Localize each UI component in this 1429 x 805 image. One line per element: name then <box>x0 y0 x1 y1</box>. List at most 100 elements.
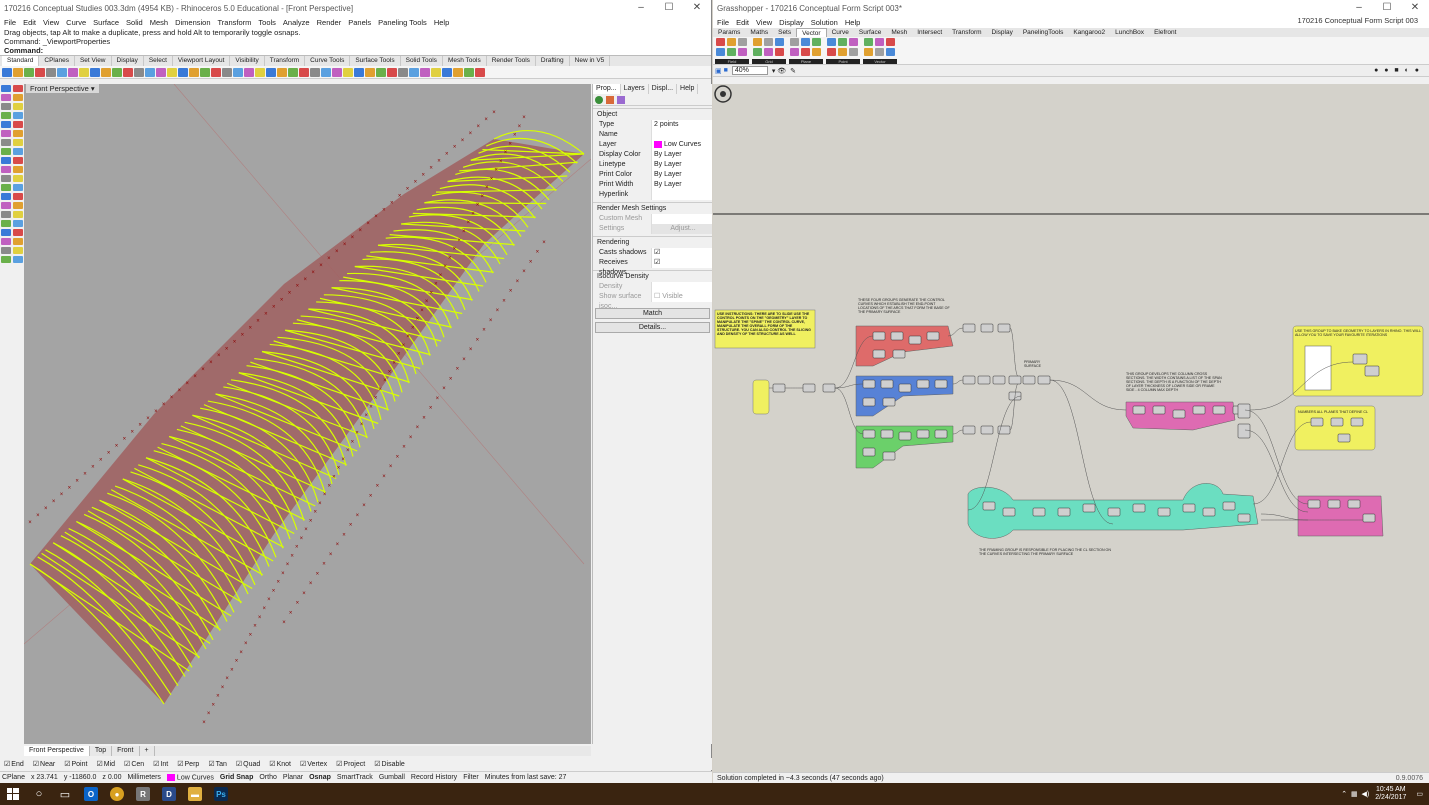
menu-mesh[interactable]: Mesh <box>150 18 168 27</box>
gh-tab-lunchbox[interactable]: LunchBox <box>1110 28 1149 37</box>
gh-tab-panelingtools[interactable]: PanelingTools <box>1018 28 1068 37</box>
toolbar-tool-icon[interactable] <box>398 67 408 77</box>
rhino-maximize-button[interactable]: ☐ <box>655 0 683 16</box>
panel-tab-display[interactable]: Displ... <box>649 84 678 94</box>
gh-menu-help[interactable]: Help <box>845 18 860 27</box>
gh-tab-sets[interactable]: Sets <box>773 28 796 37</box>
osnap-tan[interactable]: Tan <box>208 760 227 768</box>
tray-chevron-icon[interactable]: ⌃ <box>1341 790 1347 798</box>
toolbar-tool-icon[interactable] <box>409 67 419 77</box>
toolbar-tool-icon[interactable] <box>200 67 210 77</box>
gh-component-icon[interactable] <box>838 48 847 56</box>
menu-edit[interactable]: Edit <box>23 18 36 27</box>
gh-tab-surface[interactable]: Surface <box>854 28 886 37</box>
taskbar-folder[interactable]: ▬ <box>182 783 208 805</box>
toolbar-tool-icon[interactable] <box>178 67 188 77</box>
toolbar-tool-icon[interactable] <box>387 67 397 77</box>
osnap-perp[interactable]: Perp <box>177 760 200 768</box>
toolbar-tab-curve-tools[interactable]: Curve Tools <box>305 56 351 66</box>
gh-component-icon[interactable] <box>727 48 736 56</box>
osnap-cen[interactable]: Cen <box>124 760 144 768</box>
toolbar-tool-icon[interactable] <box>420 67 430 77</box>
side-tool-icon[interactable] <box>1 85 11 92</box>
toolbar-tool-icon[interactable] <box>255 67 265 77</box>
toolbar-tool-icon[interactable] <box>2 67 12 77</box>
gh-component-icon[interactable] <box>775 38 784 46</box>
side-tool-icon[interactable] <box>13 238 23 245</box>
side-tool-icon[interactable] <box>13 121 23 128</box>
panel-tab-properties[interactable]: Prop... <box>593 84 621 94</box>
osnap-vertex[interactable]: Vertex <box>300 760 327 768</box>
side-tool-icon[interactable] <box>13 220 23 227</box>
side-tool-icon[interactable] <box>1 112 11 119</box>
side-tool-icon[interactable] <box>1 184 11 191</box>
property-value[interactable]: By Layer <box>651 170 712 180</box>
status-cplane[interactable]: CPlane <box>2 774 25 781</box>
menu-analyze[interactable]: Analyze <box>283 18 310 27</box>
toolbar-tool-icon[interactable] <box>310 67 320 77</box>
gh-menu-view[interactable]: View <box>756 18 772 27</box>
side-tool-icon[interactable] <box>13 130 23 137</box>
custom-mesh-checkbox[interactable] <box>651 214 712 224</box>
toolbar-tab-select[interactable]: Select <box>144 56 173 66</box>
osnap-mid[interactable]: Mid <box>96 760 115 768</box>
status-filter[interactable]: Filter <box>463 774 479 781</box>
perspective-viewport[interactable]: × × × × × × × × × × × × × × × × × × × × × × × × × × × × × × × × × × × × × × × ×… <box>24 84 591 744</box>
menu-curve[interactable]: Curve <box>66 18 86 27</box>
gh-menu-display[interactable]: Display <box>779 18 804 27</box>
tray-network-icon[interactable]: ▦ <box>1351 790 1358 798</box>
adjust-button[interactable]: Adjust... <box>651 224 712 234</box>
side-tool-icon[interactable] <box>13 193 23 200</box>
toolbar-tool-icon[interactable] <box>145 67 155 77</box>
receives-shadows-checkbox[interactable]: ☑ <box>651 258 712 268</box>
toolbar-tool-icon[interactable] <box>321 67 331 77</box>
gh-maximize-button[interactable]: ☐ <box>1373 0 1401 16</box>
side-tool-icon[interactable] <box>1 121 11 128</box>
side-tool-icon[interactable] <box>13 184 23 191</box>
side-tool-icon[interactable] <box>1 247 11 254</box>
gh-view-icon[interactable]: 👁 <box>777 67 786 75</box>
gh-component-icon[interactable] <box>801 48 810 56</box>
side-tool-icon[interactable] <box>13 166 23 173</box>
side-tool-icon[interactable] <box>1 166 11 173</box>
menu-tools[interactable]: Tools <box>258 18 276 27</box>
toolbar-tool-icon[interactable] <box>101 67 111 77</box>
osnap-near[interactable]: Near <box>33 760 55 768</box>
viewport-tab-front-perspective[interactable]: Front Perspective <box>24 746 90 756</box>
toolbar-tool-icon[interactable] <box>123 67 133 77</box>
side-tool-icon[interactable] <box>1 238 11 245</box>
taskbar-chrome[interactable]: ● <box>104 783 130 805</box>
side-tool-icon[interactable] <box>13 256 23 263</box>
gh-minimize-button[interactable]: – <box>1345 0 1373 16</box>
gh-component-icon[interactable] <box>864 38 873 46</box>
status-gumball[interactable]: Gumball <box>379 774 405 781</box>
toolbar-tab-display[interactable]: Display <box>112 56 144 66</box>
gh-menu-solution[interactable]: Solution <box>811 18 838 27</box>
toolbar-tool-icon[interactable] <box>24 67 34 77</box>
taskbar-outlook[interactable]: O <box>78 783 104 805</box>
toolbar-tool-icon[interactable] <box>156 67 166 77</box>
gh-tab-transform[interactable]: Transform <box>947 28 986 37</box>
status-units[interactable]: Millimeters <box>127 774 160 781</box>
command-prompt[interactable]: Command: <box>4 46 711 55</box>
gh-component-icon[interactable] <box>738 48 747 56</box>
toolbar-tool-icon[interactable] <box>189 67 199 77</box>
toolbar-tool-icon[interactable] <box>464 67 474 77</box>
gh-menu-edit[interactable]: Edit <box>736 18 749 27</box>
osnap-knot[interactable]: Knot <box>269 760 291 768</box>
toolbar-tool-icon[interactable] <box>57 67 67 77</box>
side-tool-icon[interactable] <box>13 211 23 218</box>
gh-component-icon[interactable] <box>790 38 799 46</box>
task-view-button[interactable]: ▭ <box>52 783 78 805</box>
toolbar-tool-icon[interactable] <box>277 67 287 77</box>
side-tool-icon[interactable] <box>1 157 11 164</box>
status-osnap[interactable]: Osnap <box>309 774 331 781</box>
toolbar-tool-icon[interactable] <box>46 67 56 77</box>
menu-solid[interactable]: Solid <box>126 18 143 27</box>
toolbar-tool-icon[interactable] <box>354 67 364 77</box>
property-value[interactable] <box>651 190 712 200</box>
toolbar-tab-surface-tools[interactable]: Surface Tools <box>350 56 401 66</box>
toolbar-tool-icon[interactable] <box>233 67 243 77</box>
side-tool-icon[interactable] <box>1 202 11 209</box>
gh-component-icon[interactable] <box>716 38 725 46</box>
